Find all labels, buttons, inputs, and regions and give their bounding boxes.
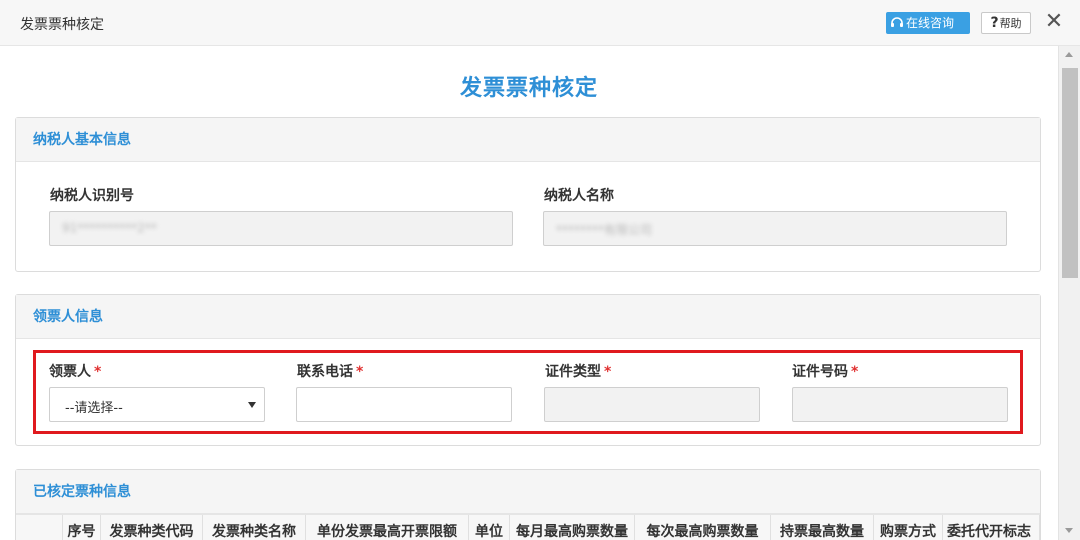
taxpayer-id-field: 91**********2** — [49, 211, 513, 246]
window-title: 发票票种核定 — [20, 17, 104, 33]
scroll-thumb[interactable] — [1062, 68, 1078, 278]
table-header-cell: 每月最高购票数量 — [510, 515, 635, 540]
taxpayer-info-heading: 纳税人基本信息 — [16, 118, 1040, 162]
table-header-cell: 单份发票最高开票限额 — [306, 515, 469, 540]
table-header-cell: 每次最高购票数量 — [635, 515, 771, 540]
table-header-cell: 持票最高数量 — [771, 515, 874, 540]
close-icon[interactable]: ✕ — [1043, 10, 1065, 36]
table-header-row: 序号 发票种类代码 发票种类名称 单份发票最高开票限额 单位 每月最高购票数量 … — [16, 514, 1040, 540]
approved-types-heading: 已核定票种信息 — [16, 470, 1040, 514]
table-header-cell: 发票种类代码 — [101, 515, 203, 540]
vertical-scrollbar[interactable] — [1058, 46, 1080, 540]
table-header-cell: 发票种类名称 — [203, 515, 306, 540]
taxpayer-id-label: 纳税人识别号 — [50, 188, 134, 204]
taxpayer-name-label: 纳税人名称 — [544, 188, 614, 204]
headset-icon — [891, 17, 903, 27]
online-consult-button[interactable]: 在线咨询 — [886, 12, 970, 34]
taxpayer-id-value: 91**********2** — [62, 221, 157, 235]
window-titlebar: 发票票种核定 在线咨询 ?帮助 ✕ — [0, 0, 1080, 46]
table-header-cell: 序号 — [63, 515, 101, 540]
table-header-cell: 购票方式 — [874, 515, 943, 540]
taxpayer-name-value: ********有限公司 — [556, 223, 653, 237]
taxpayer-name-field: ********有限公司 — [543, 211, 1007, 246]
page-title: 发票票种核定 — [459, 76, 598, 101]
recipient-info-heading: 领票人信息 — [16, 295, 1040, 339]
scroll-up-arrow-icon[interactable] — [1065, 52, 1073, 57]
table-header-cell: 委托代开标志 — [943, 515, 1040, 540]
question-icon: ? — [990, 15, 999, 31]
table-header-cell: 单位 — [469, 515, 510, 540]
approved-types-panel: 已核定票种信息 序号 发票种类代码 发票种类名称 单份发票最高开票限额 单位 每… — [15, 469, 1041, 540]
online-consult-label: 在线咨询 — [906, 16, 955, 30]
help-label: 帮助 — [999, 17, 1022, 30]
taxpayer-info-panel: 纳税人基本信息 纳税人识别号 91**********2** 纳税人名称 ***… — [15, 117, 1041, 272]
help-button[interactable]: ?帮助 — [981, 12, 1031, 34]
scroll-down-arrow-icon[interactable] — [1065, 528, 1073, 533]
highlight-annotation-box — [33, 350, 1023, 434]
table-header-select — [16, 515, 63, 540]
